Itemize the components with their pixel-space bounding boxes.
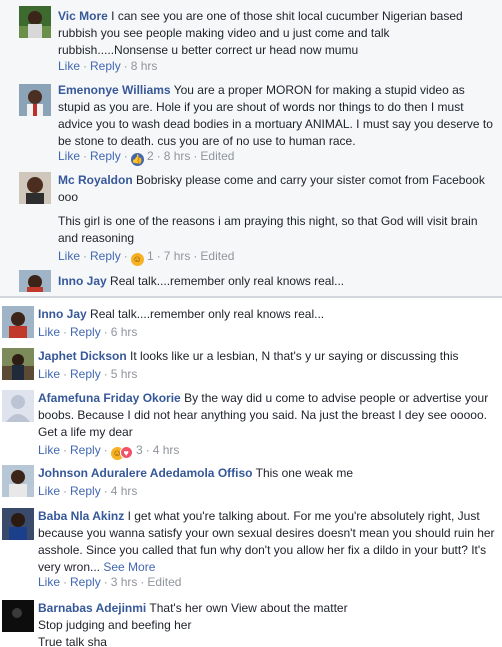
commenter-name[interactable]: Vic More: [58, 9, 108, 23]
like-link[interactable]: Like: [58, 59, 80, 73]
timestamp[interactable]: 5 hrs: [111, 367, 138, 381]
timestamp[interactable]: 7 hrs: [164, 249, 191, 263]
comment-body-line: True talk sha: [38, 635, 107, 647]
commenter-name[interactable]: Barnabas Adejinmi: [38, 601, 146, 615]
timestamp[interactable]: 8 hrs: [164, 149, 191, 163]
comment-actions: Like · Reply · ☺ 1 · 7 hrs · Edited: [58, 249, 235, 266]
commenter-name[interactable]: Baba Nla Akinz: [38, 509, 124, 523]
timestamp[interactable]: 4 hrs: [153, 443, 180, 457]
reply-link[interactable]: Reply: [90, 149, 121, 163]
commenter-name[interactable]: Mc Royaldon: [58, 173, 133, 187]
comment-text: Vic More I can see you are one of those …: [58, 8, 496, 59]
comments-panel-bottom: Inno Jay Real talk....remember only real…: [0, 296, 502, 647]
comment-actions: Like · Reply · 👍 2 · 8 hrs · Edited: [58, 149, 235, 166]
comment-actions: Like · Reply · 6 hrs: [38, 325, 138, 339]
comment-body-line: Stop judging and beefing her: [38, 618, 192, 632]
comments-panel-top: Vic More I can see you are one of those …: [0, 0, 502, 294]
comment-actions: Like · Reply · 3 hrs · Edited: [38, 575, 182, 589]
comment-body: That's her own View about the matter: [149, 601, 348, 615]
like-link[interactable]: Like: [38, 325, 60, 339]
like-link[interactable]: Like: [38, 367, 60, 381]
edited-label[interactable]: Edited: [147, 575, 181, 589]
avatar[interactable]: [2, 465, 34, 497]
commenter-name[interactable]: Inno Jay: [38, 307, 87, 321]
comment-body: Real talk....remember only real knows re…: [90, 307, 325, 321]
reply-link[interactable]: Reply: [90, 59, 121, 73]
heart-icon[interactable]: ♥: [119, 446, 133, 459]
like-link[interactable]: Like: [38, 575, 60, 589]
comment-text: Inno Jay Real talk....remember only real…: [38, 306, 496, 323]
comment-text: Japhet Dickson It looks like ur a lesbia…: [38, 348, 496, 365]
comment-body: This one weak me: [255, 466, 353, 480]
comment-body-paragraph: This girl is one of the reasons i am pra…: [58, 214, 478, 245]
like-link[interactable]: Like: [38, 484, 60, 498]
comment-actions: Like · Reply · ☺ ♥ 3 · 4 hrs: [38, 443, 180, 460]
comment-text: Barnabas Adejinmi That's her own View ab…: [38, 600, 496, 617]
comment-actions: Like · Reply · 8 hrs: [58, 59, 158, 73]
comment-text: Johnson Aduralere Adedamola Offiso This …: [38, 465, 496, 482]
reply-link[interactable]: Reply: [70, 443, 101, 457]
comment-text: Inno Jay Real talk....remember only real…: [58, 273, 496, 290]
avatar[interactable]: [2, 306, 34, 338]
like-link[interactable]: Like: [38, 443, 60, 457]
reply-link[interactable]: Reply: [70, 484, 101, 498]
comment-text: Emenonye Williams You are a proper MORON…: [58, 82, 496, 150]
commenter-name[interactable]: Johnson Aduralere Adedamola Offiso: [38, 466, 252, 480]
commenter-name[interactable]: Emenonye Williams: [58, 83, 171, 97]
timestamp[interactable]: 8 hrs: [131, 59, 158, 73]
comment-text: Mc Royaldon Bobrisky please come and car…: [58, 172, 496, 206]
commenter-name[interactable]: Inno Jay: [58, 274, 107, 288]
thumbs-up-icon[interactable]: 👍: [130, 153, 144, 166]
reply-link[interactable]: Reply: [70, 367, 101, 381]
comment-actions: Like · Reply · 5 hrs: [38, 367, 138, 381]
avatar[interactable]: [19, 270, 51, 292]
laughing-face-icon[interactable]: ☺: [130, 253, 144, 266]
reply-link[interactable]: Reply: [70, 325, 101, 339]
timestamp[interactable]: 3 hrs: [111, 575, 138, 589]
reaction-count[interactable]: 1: [147, 249, 154, 263]
comment-text: Baba Nla Akinz I get what you're talking…: [38, 508, 496, 576]
comment-body: I can see you are one of those shit loca…: [58, 9, 463, 57]
comment-body: Real talk....remember only real knows re…: [110, 274, 345, 288]
avatar[interactable]: [2, 600, 34, 632]
avatar[interactable]: [2, 390, 34, 422]
avatar[interactable]: [2, 348, 34, 380]
avatar[interactable]: [19, 172, 51, 204]
reply-link[interactable]: Reply: [90, 249, 121, 263]
avatar[interactable]: [19, 84, 51, 116]
reaction-count[interactable]: 2: [147, 149, 154, 163]
reply-link[interactable]: Reply: [70, 575, 101, 589]
commenter-name[interactable]: Japhet Dickson: [38, 349, 127, 363]
edited-label[interactable]: Edited: [200, 149, 234, 163]
avatar[interactable]: [2, 508, 34, 540]
comment-body: It looks like ur a lesbian, N that's y u…: [130, 349, 459, 363]
like-link[interactable]: Like: [58, 149, 80, 163]
comment-actions: Like · Reply · 4 hrs: [38, 484, 138, 498]
like-link[interactable]: Like: [58, 249, 80, 263]
edited-label[interactable]: Edited: [200, 249, 234, 263]
avatar[interactable]: [19, 6, 51, 38]
comment-text: Afamefuna Friday Okorie By the way did u…: [38, 390, 496, 441]
reaction-count[interactable]: 3: [136, 443, 143, 457]
timestamp[interactable]: 6 hrs: [111, 325, 138, 339]
see-more-link[interactable]: See More: [103, 560, 155, 574]
commenter-name[interactable]: Afamefuna Friday Okorie: [38, 391, 181, 405]
timestamp[interactable]: 4 hrs: [111, 484, 138, 498]
